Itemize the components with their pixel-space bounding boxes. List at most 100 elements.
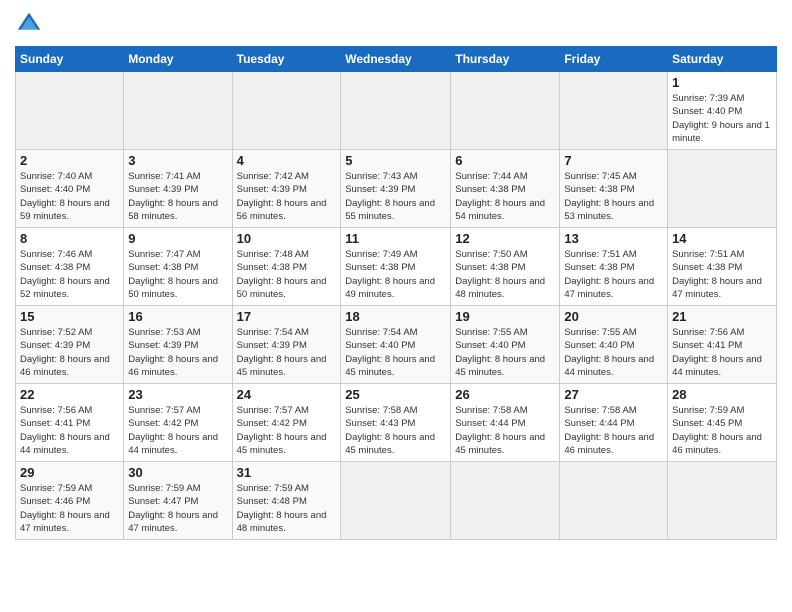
day-detail: Sunrise: 7:53 AMSunset: 4:39 PMDaylight:… bbox=[128, 326, 227, 379]
day-detail: Sunrise: 7:43 AMSunset: 4:39 PMDaylight:… bbox=[345, 170, 446, 223]
day-number: 15 bbox=[20, 309, 119, 324]
calendar-cell: 29Sunrise: 7:59 AMSunset: 4:46 PMDayligh… bbox=[16, 462, 124, 540]
day-number: 5 bbox=[345, 153, 446, 168]
day-number: 1 bbox=[672, 75, 772, 90]
day-detail: Sunrise: 7:46 AMSunset: 4:38 PMDaylight:… bbox=[20, 248, 119, 301]
calendar-cell bbox=[124, 72, 232, 150]
day-detail: Sunrise: 7:52 AMSunset: 4:39 PMDaylight:… bbox=[20, 326, 119, 379]
day-number: 17 bbox=[237, 309, 337, 324]
day-number: 19 bbox=[455, 309, 555, 324]
day-detail: Sunrise: 7:57 AMSunset: 4:42 PMDaylight:… bbox=[128, 404, 227, 457]
day-number: 7 bbox=[564, 153, 663, 168]
day-detail: Sunrise: 7:58 AMSunset: 4:44 PMDaylight:… bbox=[455, 404, 555, 457]
day-number: 12 bbox=[455, 231, 555, 246]
day-detail: Sunrise: 7:45 AMSunset: 4:38 PMDaylight:… bbox=[564, 170, 663, 223]
day-number: 25 bbox=[345, 387, 446, 402]
calendar-cell: 19 Sunrise: 7:55 AMSunset: 4:40 PMDayligh… bbox=[451, 306, 560, 384]
day-header: Wednesday bbox=[341, 47, 451, 72]
day-number: 22 bbox=[20, 387, 119, 402]
day-detail: Sunrise: 7:41 AMSunset: 4:39 PMDaylight:… bbox=[128, 170, 227, 223]
day-detail: Sunrise: 7:50 AMSunset: 4:38 PMDaylight:… bbox=[455, 248, 555, 301]
day-detail: Sunrise: 7:56 AMSunset: 4:41 PMDaylight:… bbox=[672, 326, 772, 379]
day-detail: Sunrise: 7:57 AMSunset: 4:42 PMDaylight:… bbox=[237, 404, 337, 457]
calendar-cell bbox=[341, 72, 451, 150]
calendar-cell bbox=[341, 462, 451, 540]
day-number: 9 bbox=[128, 231, 227, 246]
day-detail: Sunrise: 7:59 AMSunset: 4:47 PMDaylight:… bbox=[128, 482, 227, 535]
calendar-cell: 15 Sunrise: 7:52 AMSunset: 4:39 PMDayligh… bbox=[16, 306, 124, 384]
day-number: 23 bbox=[128, 387, 227, 402]
calendar-cell: 16Sunrise: 7:53 AMSunset: 4:39 PMDayligh… bbox=[124, 306, 232, 384]
calendar-cell: 22 Sunrise: 7:56 AMSunset: 4:41 PMDayligh… bbox=[16, 384, 124, 462]
day-detail: Sunrise: 7:54 AMSunset: 4:39 PMDaylight:… bbox=[237, 326, 337, 379]
day-number: 11 bbox=[345, 231, 446, 246]
calendar-cell bbox=[232, 72, 341, 150]
day-number: 4 bbox=[237, 153, 337, 168]
day-detail: Sunrise: 7:59 AMSunset: 4:46 PMDaylight:… bbox=[20, 482, 119, 535]
day-header: Thursday bbox=[451, 47, 560, 72]
day-number: 18 bbox=[345, 309, 446, 324]
day-number: 31 bbox=[237, 465, 337, 480]
day-detail: Sunrise: 7:55 AMSunset: 4:40 PMDaylight:… bbox=[455, 326, 555, 379]
day-number: 13 bbox=[564, 231, 663, 246]
calendar-cell: 17 Sunrise: 7:54 AMSunset: 4:39 PMDayligh… bbox=[232, 306, 341, 384]
calendar-cell: 21 Sunrise: 7:56 AMSunset: 4:41 PMDayligh… bbox=[668, 306, 777, 384]
day-number: 2 bbox=[20, 153, 119, 168]
day-detail: Sunrise: 7:44 AMSunset: 4:38 PMDaylight:… bbox=[455, 170, 555, 223]
header bbox=[15, 10, 777, 38]
calendar-cell bbox=[560, 72, 668, 150]
day-detail: Sunrise: 7:42 AMSunset: 4:39 PMDaylight:… bbox=[237, 170, 337, 223]
calendar-cell: 13 Sunrise: 7:51 AMSunset: 4:38 PMDayligh… bbox=[560, 228, 668, 306]
page-container: SundayMondayTuesdayWednesdayThursdayFrid… bbox=[0, 0, 792, 550]
day-header: Sunday bbox=[16, 47, 124, 72]
day-number: 27 bbox=[564, 387, 663, 402]
day-detail: Sunrise: 7:47 AMSunset: 4:38 PMDaylight:… bbox=[128, 248, 227, 301]
day-detail: Sunrise: 7:59 AMSunset: 4:45 PMDaylight:… bbox=[672, 404, 772, 457]
calendar-cell: 26 Sunrise: 7:58 AMSunset: 4:44 PMDayligh… bbox=[451, 384, 560, 462]
day-number: 3 bbox=[128, 153, 227, 168]
day-detail: Sunrise: 7:56 AMSunset: 4:41 PMDaylight:… bbox=[20, 404, 119, 457]
day-number: 8 bbox=[20, 231, 119, 246]
calendar-week: 2Sunrise: 7:40 AMSunset: 4:40 PMDaylight… bbox=[16, 150, 777, 228]
calendar-table: SundayMondayTuesdayWednesdayThursdayFrid… bbox=[15, 46, 777, 540]
calendar-cell: 9 Sunrise: 7:47 AMSunset: 4:38 PMDaylight… bbox=[124, 228, 232, 306]
calendar-cell: 10Sunrise: 7:48 AMSunset: 4:38 PMDayligh… bbox=[232, 228, 341, 306]
calendar-week: 1 Sunrise: 7:39 AMSunset: 4:40 PMDaylight… bbox=[16, 72, 777, 150]
calendar-cell: 7 Sunrise: 7:45 AMSunset: 4:38 PMDaylight… bbox=[560, 150, 668, 228]
calendar-cell: 23 Sunrise: 7:57 AMSunset: 4:42 PMDayligh… bbox=[124, 384, 232, 462]
calendar-cell: 25 Sunrise: 7:58 AMSunset: 4:43 PMDayligh… bbox=[341, 384, 451, 462]
day-number: 24 bbox=[237, 387, 337, 402]
logo bbox=[15, 10, 47, 38]
day-detail: Sunrise: 7:58 AMSunset: 4:43 PMDaylight:… bbox=[345, 404, 446, 457]
calendar-cell: 3 Sunrise: 7:41 AMSunset: 4:39 PMDaylight… bbox=[124, 150, 232, 228]
calendar-cell: 28Sunrise: 7:59 AMSunset: 4:45 PMDayligh… bbox=[668, 384, 777, 462]
calendar-cell: 18 Sunrise: 7:54 AMSunset: 4:40 PMDayligh… bbox=[341, 306, 451, 384]
day-detail: Sunrise: 7:48 AMSunset: 4:38 PMDaylight:… bbox=[237, 248, 337, 301]
calendar-cell: 24 Sunrise: 7:57 AMSunset: 4:42 PMDayligh… bbox=[232, 384, 341, 462]
day-number: 6 bbox=[455, 153, 555, 168]
calendar-cell: 2Sunrise: 7:40 AMSunset: 4:40 PMDaylight… bbox=[16, 150, 124, 228]
day-number: 14 bbox=[672, 231, 772, 246]
calendar-cell: 11 Sunrise: 7:49 AMSunset: 4:38 PMDayligh… bbox=[341, 228, 451, 306]
calendar-cell: 14 Sunrise: 7:51 AMSunset: 4:38 PMDayligh… bbox=[668, 228, 777, 306]
day-number: 26 bbox=[455, 387, 555, 402]
calendar-cell: 6 Sunrise: 7:44 AMSunset: 4:38 PMDaylight… bbox=[451, 150, 560, 228]
calendar-week: 29Sunrise: 7:59 AMSunset: 4:46 PMDayligh… bbox=[16, 462, 777, 540]
calendar-cell: 4 Sunrise: 7:42 AMSunset: 4:39 PMDaylight… bbox=[232, 150, 341, 228]
calendar-cell: 31Sunrise: 7:59 AMSunset: 4:48 PMDayligh… bbox=[232, 462, 341, 540]
calendar-cell: 30Sunrise: 7:59 AMSunset: 4:47 PMDayligh… bbox=[124, 462, 232, 540]
calendar-cell bbox=[668, 462, 777, 540]
day-header: Saturday bbox=[668, 47, 777, 72]
day-header: Tuesday bbox=[232, 47, 341, 72]
day-detail: Sunrise: 7:51 AMSunset: 4:38 PMDaylight:… bbox=[672, 248, 772, 301]
day-detail: Sunrise: 7:54 AMSunset: 4:40 PMDaylight:… bbox=[345, 326, 446, 379]
day-detail: Sunrise: 7:39 AMSunset: 4:40 PMDaylight:… bbox=[672, 92, 772, 145]
day-detail: Sunrise: 7:49 AMSunset: 4:38 PMDaylight:… bbox=[345, 248, 446, 301]
day-detail: Sunrise: 7:51 AMSunset: 4:38 PMDaylight:… bbox=[564, 248, 663, 301]
calendar-cell bbox=[668, 150, 777, 228]
calendar-cell bbox=[560, 462, 668, 540]
calendar-cell: 1 Sunrise: 7:39 AMSunset: 4:40 PMDaylight… bbox=[668, 72, 777, 150]
calendar-week: 15 Sunrise: 7:52 AMSunset: 4:39 PMDayligh… bbox=[16, 306, 777, 384]
logo-icon bbox=[15, 10, 43, 38]
day-number: 21 bbox=[672, 309, 772, 324]
